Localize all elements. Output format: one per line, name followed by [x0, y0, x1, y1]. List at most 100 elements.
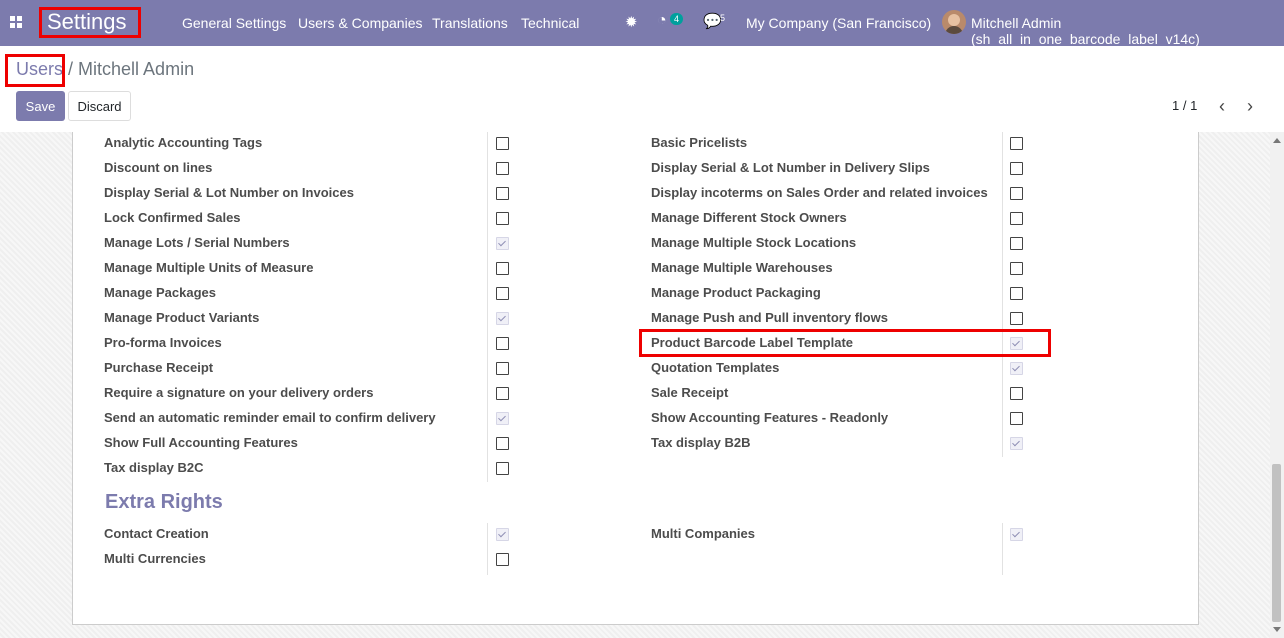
right-checkbox[interactable]	[496, 312, 509, 325]
right-label: Pro-forma Invoices	[104, 335, 222, 350]
right-checkbox[interactable]	[496, 362, 509, 375]
right-row: Discount on lines	[104, 157, 514, 182]
right-checkbox[interactable]	[1010, 312, 1023, 325]
scroll-up-arrow-icon[interactable]	[1273, 138, 1281, 143]
right-row: Display Serial & Lot Number in Delivery …	[651, 157, 1031, 182]
right-checkbox[interactable]	[496, 553, 509, 566]
breadcrumb-separator: /	[63, 59, 79, 79]
activity-clock-icon[interactable]: ◔	[657, 12, 667, 30]
right-checkbox[interactable]	[1010, 137, 1023, 150]
right-checkbox[interactable]	[1010, 237, 1023, 250]
right-label: Manage Product Packaging	[651, 285, 821, 300]
vertical-scrollbar[interactable]	[1270, 132, 1284, 638]
right-label: Manage Lots / Serial Numbers	[104, 235, 290, 250]
right-label: Tax display B2B	[651, 435, 751, 450]
bug-icon[interactable]: ✹	[625, 13, 638, 31]
right-checkbox[interactable]	[496, 187, 509, 200]
right-checkbox[interactable]	[1010, 412, 1023, 425]
menu-translations[interactable]: Translations	[432, 15, 508, 31]
right-checkbox[interactable]	[496, 237, 509, 250]
right-checkbox[interactable]	[1010, 262, 1023, 275]
pager-next-icon[interactable]: ›	[1247, 96, 1253, 117]
right-label: Manage Multiple Stock Locations	[651, 235, 857, 250]
company-switcher[interactable]: My Company (San Francisco)	[746, 15, 931, 31]
highlight-box-barcode-label	[639, 329, 1051, 357]
user-avatar[interactable]	[942, 10, 966, 34]
right-row: Send an automatic reminder email to conf…	[104, 407, 514, 432]
right-row: Analytic Accounting Tags	[104, 132, 514, 157]
extra-rights-title: Extra Rights	[105, 491, 223, 513]
control-panel: Users / Mitchell Admin Save Discard 1 / …	[0, 46, 1284, 133]
right-label: Contact Creation	[104, 526, 209, 541]
apps-menu-icon[interactable]	[10, 16, 22, 28]
highlight-box-users	[5, 54, 65, 87]
right-row: Multi Companies	[651, 523, 1031, 548]
right-label: Manage Push and Pull inventory flows	[651, 310, 888, 325]
right-checkbox[interactable]	[1010, 187, 1023, 200]
right-row: Show Accounting Features - Readonly	[651, 407, 1031, 432]
right-label: Display incoterms on Sales Order and rel…	[651, 185, 988, 200]
right-row: Manage Multiple Warehouses	[651, 257, 1031, 282]
right-label: Analytic Accounting Tags	[104, 135, 263, 150]
right-label: Purchase Receipt	[104, 360, 214, 375]
right-row: Display incoterms on Sales Order and rel…	[651, 182, 1031, 207]
right-label: Send an automatic reminder email to conf…	[104, 410, 436, 425]
right-label: Require a signature on your delivery ord…	[104, 385, 374, 400]
right-checkbox[interactable]	[496, 262, 509, 275]
right-row: Manage Multiple Stock Locations	[651, 232, 1031, 257]
pager-previous-icon[interactable]: ‹	[1219, 96, 1225, 117]
right-checkbox[interactable]	[496, 287, 509, 300]
right-checkbox[interactable]	[1010, 528, 1023, 541]
right-row: Contact Creation	[104, 523, 514, 548]
right-row: Sale Receipt	[651, 382, 1031, 407]
right-checkbox[interactable]	[496, 137, 509, 150]
menu-general-settings[interactable]: General Settings	[182, 15, 286, 31]
right-label: Show Accounting Features - Readonly	[651, 410, 889, 425]
right-row: Manage Lots / Serial Numbers	[104, 232, 514, 257]
right-row: Require a signature on your delivery ord…	[104, 382, 514, 407]
right-checkbox[interactable]	[496, 437, 509, 450]
right-checkbox[interactable]	[496, 162, 509, 175]
right-row: Manage Product Packaging	[651, 282, 1031, 307]
message-count: 5	[720, 13, 726, 23]
right-checkbox[interactable]	[1010, 437, 1023, 450]
right-checkbox[interactable]	[496, 412, 509, 425]
user-menu[interactable]: Mitchell Admin (sh_all_in_one_barcode_la…	[971, 15, 1284, 47]
right-checkbox[interactable]	[496, 387, 509, 400]
discard-button[interactable]: Discard	[68, 91, 131, 121]
right-row: Display Serial & Lot Number on Invoices	[104, 182, 514, 207]
right-label: Lock Confirmed Sales	[104, 210, 241, 225]
right-label: Quotation Templates	[651, 360, 780, 375]
right-label: Sale Receipt	[651, 385, 729, 400]
right-row: Manage Different Stock Owners	[651, 207, 1031, 232]
right-label: Basic Pricelists	[651, 135, 748, 150]
right-label: Display Serial & Lot Number in Delivery …	[651, 160, 930, 175]
right-row: Purchase Receipt	[104, 357, 514, 382]
right-label: Multi Currencies	[104, 551, 206, 566]
right-row: Manage Product Variants	[104, 307, 514, 332]
right-label: Manage Packages	[104, 285, 217, 300]
menu-technical[interactable]: Technical	[521, 15, 579, 31]
right-checkbox[interactable]	[1010, 287, 1023, 300]
top-navbar: Settings General Settings Users & Compan…	[0, 0, 1284, 47]
save-button[interactable]: Save	[16, 91, 65, 121]
right-checkbox[interactable]	[496, 528, 509, 541]
right-checkbox[interactable]	[496, 337, 509, 350]
right-checkbox[interactable]	[1010, 162, 1023, 175]
right-checkbox[interactable]	[496, 462, 509, 475]
right-label: Display Serial & Lot Number on Invoices	[104, 185, 354, 200]
messages-chat-icon[interactable]: 💬	[703, 12, 722, 30]
right-label: Manage Product Variants	[104, 310, 260, 325]
breadcrumb-current: Mitchell Admin	[78, 59, 195, 79]
scroll-thumb[interactable]	[1272, 464, 1281, 622]
right-checkbox[interactable]	[496, 212, 509, 225]
right-label: Show Full Accounting Features	[104, 435, 298, 450]
pager-value[interactable]: 1 / 1	[1172, 98, 1197, 113]
activity-count-badge: 4	[670, 13, 684, 25]
right-checkbox[interactable]	[1010, 387, 1023, 400]
scroll-down-arrow-icon[interactable]	[1273, 627, 1281, 632]
right-checkbox[interactable]	[1010, 212, 1023, 225]
right-label: Manage Different Stock Owners	[651, 210, 847, 225]
right-checkbox[interactable]	[1010, 362, 1023, 375]
menu-users-companies[interactable]: Users & Companies	[298, 15, 423, 31]
